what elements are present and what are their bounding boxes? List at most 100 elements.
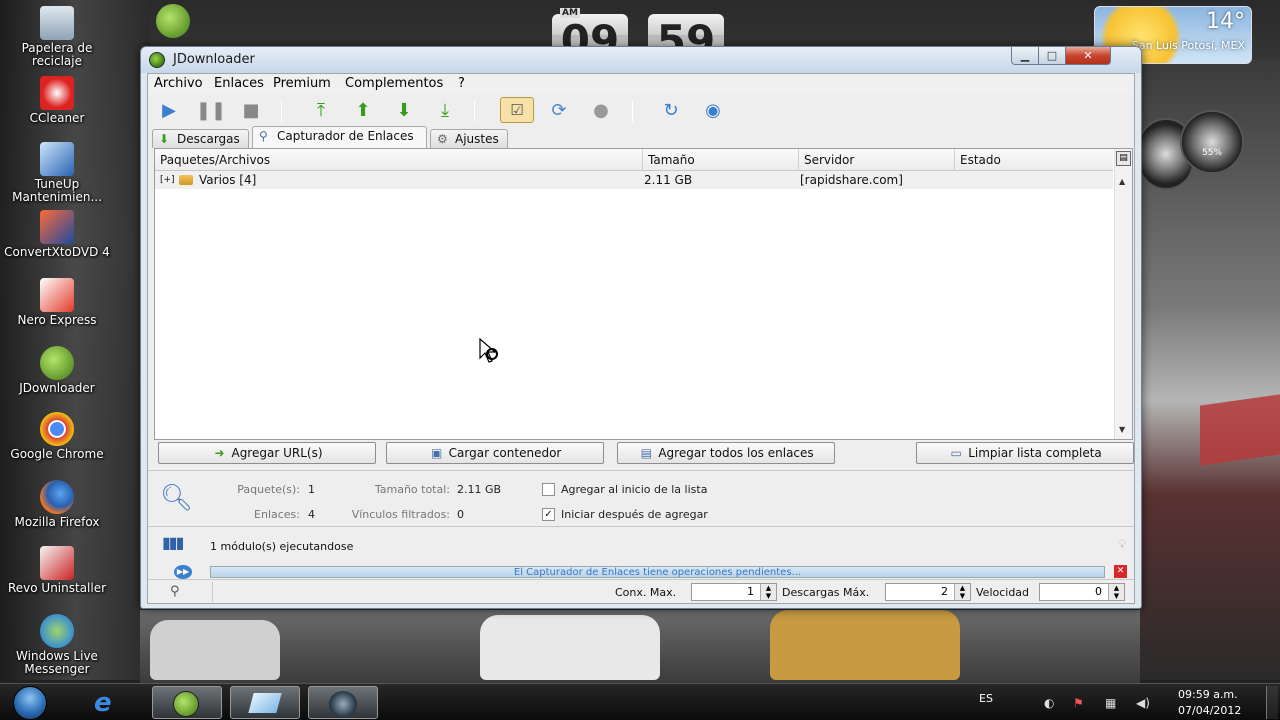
- taskbar-explorer[interactable]: [230, 686, 300, 719]
- scroll-up-icon[interactable]: ▲: [1119, 177, 1125, 186]
- update-icon[interactable]: ◉: [700, 98, 726, 122]
- menu-archivo[interactable]: Archivo: [154, 76, 203, 91]
- column-header-tamano[interactable]: Tamaño: [643, 149, 799, 171]
- premium-icon[interactable]: ●: [588, 98, 614, 122]
- gear-icon: ⚙: [437, 132, 448, 146]
- menu-enlaces[interactable]: Enlaces: [214, 76, 264, 91]
- language-indicator[interactable]: ES: [979, 692, 993, 705]
- column-header-servidor[interactable]: Servidor: [799, 149, 955, 171]
- chrome-icon: [40, 412, 74, 446]
- expand-toggle[interactable]: [+]: [160, 171, 175, 189]
- volume-icon[interactable]: ◀): [1136, 696, 1150, 710]
- desktop-icon-ccleaner[interactable]: CCleaner: [2, 76, 112, 125]
- container-icon: ▣: [430, 446, 443, 460]
- action-center-icon[interactable]: ⚑: [1073, 696, 1087, 710]
- reconnect-icon[interactable]: ⟳: [546, 98, 572, 122]
- jdownloader-window[interactable]: JDownloader ▁ □ ✕ Archivo Enlaces Premiu…: [140, 46, 1142, 609]
- menu-complementos[interactable]: Complementos: [345, 76, 443, 91]
- add-top-label: Agregar al inicio de la lista: [561, 483, 708, 496]
- desktop-icon-tuneup[interactable]: TuneUp Mantenimien...: [2, 142, 112, 204]
- busy-cursor-icon: [479, 338, 498, 363]
- memory-gauge: 55%: [1180, 110, 1244, 174]
- move-bottom-icon[interactable]: ⤓: [432, 98, 458, 122]
- package-name: Varios [4]: [199, 173, 257, 187]
- taskbar-internet-explorer[interactable]: e: [78, 686, 148, 719]
- wallpaper-car: [480, 615, 660, 680]
- close-button[interactable]: ✕: [1065, 47, 1111, 65]
- desktop-icon-mozilla-firefox[interactable]: Mozilla Firefox: [2, 480, 112, 529]
- window-titlebar[interactable]: JDownloader ▁ □ ✕: [141, 47, 1141, 73]
- desktop-icon-convertxtodvd[interactable]: ConvertXtoDVD 4: [2, 210, 112, 259]
- tab-capturador-de-enlaces[interactable]: ⚲ Capturador de Enlaces: [252, 126, 427, 148]
- table-row[interactable]: [+] Varios [4] 2.11 GB [rapidshare.com]: [155, 171, 1113, 189]
- desktop-icon-google-chrome[interactable]: Google Chrome: [2, 412, 112, 461]
- add-all-links-button[interactable]: ▤ Agregar todos los enlaces: [617, 442, 835, 464]
- lightbulb-icon[interactable]: 💡︎: [1118, 537, 1126, 552]
- clear-list-button[interactable]: ▭ Limpiar lista completa: [916, 442, 1134, 464]
- desktop-icon-windows-live-messenger[interactable]: Windows Live Messenger: [2, 614, 112, 676]
- speed-spinner[interactable]: 0 ▲ ▼: [1039, 583, 1125, 601]
- recycle-bin-icon: [40, 6, 74, 40]
- wallpaper-awning: [1200, 394, 1280, 466]
- tray-date[interactable]: 07/04/2012: [1178, 704, 1241, 717]
- start-button[interactable]: [5, 685, 59, 720]
- max-connections-spinner[interactable]: 1 ▲ ▼: [691, 583, 777, 601]
- show-desktop-button[interactable]: [1266, 686, 1278, 719]
- pending-operations-progress: El Capturador de Enlaces tiene operacion…: [210, 566, 1105, 578]
- desktop-icon-recycle-bin[interactable]: Papelera de reciclaje: [2, 6, 112, 68]
- linkgrabber-table: Paquetes/Archivos Tamaño Servidor Estado…: [154, 148, 1133, 440]
- start-after-add-checkbox[interactable]: ✓: [542, 508, 555, 521]
- move-up-icon[interactable]: ⬆: [350, 98, 376, 122]
- menubar: Archivo Enlaces Premium Complementos ?: [148, 74, 1134, 94]
- spinner-arrows-icon[interactable]: ▲ ▼: [1108, 584, 1124, 600]
- table-scrollbar[interactable]: ▤ ▲ ▼: [1114, 149, 1132, 439]
- minimize-button[interactable]: ▁: [1011, 47, 1039, 65]
- stop-icon[interactable]: ■: [238, 98, 264, 122]
- clipboard-observer-icon[interactable]: ☑: [500, 97, 534, 123]
- messenger-icon: [40, 614, 74, 648]
- spinner-arrows-icon[interactable]: ▲ ▼: [954, 584, 970, 600]
- menu-premium[interactable]: Premium: [273, 76, 331, 91]
- add-top-checkbox[interactable]: [542, 483, 555, 496]
- max-downloads-spinner[interactable]: 2 ▲ ▼: [885, 583, 971, 601]
- menu-help[interactable]: ?: [458, 76, 465, 91]
- network-icon[interactable]: ▦: [1105, 696, 1119, 710]
- column-header-paquetes[interactable]: Paquetes/Archivos: [155, 149, 643, 171]
- desktop-icon-jdownloader-top[interactable]: [118, 4, 228, 40]
- download-icon: ⬇: [159, 132, 170, 146]
- module-status: ▮▮▮ 1 módulo(s) ejecutandose 💡︎ ▶▶ El Ca…: [148, 526, 1134, 579]
- max-downloads-label: Descargas Máx.: [782, 586, 870, 599]
- cancel-icon[interactable]: ✕: [1114, 565, 1127, 578]
- window-client: Archivo Enlaces Premium Complementos ? ▶…: [147, 73, 1135, 604]
- reconnect-status-icon[interactable]: ⚲: [170, 584, 180, 599]
- desktop-icon-nero-express[interactable]: Nero Express: [2, 278, 112, 327]
- play-icon[interactable]: ▶: [156, 98, 182, 122]
- scroll-down-icon[interactable]: ▼: [1119, 425, 1125, 434]
- taskbar-jdownloader[interactable]: [152, 686, 222, 719]
- load-container-button[interactable]: ▣ Cargar contenedor: [386, 442, 604, 464]
- taskbar-media-center[interactable]: [308, 686, 378, 719]
- move-down-icon[interactable]: ⬇: [391, 98, 417, 122]
- refresh-icon[interactable]: ↻: [658, 98, 684, 122]
- desktop-icon-jdownloader[interactable]: JDownloader: [2, 346, 112, 395]
- maximize-button[interactable]: □: [1038, 47, 1066, 65]
- tray-time[interactable]: 09:59 a.m.: [1178, 688, 1238, 701]
- modules-running-text: 1 módulo(s) ejecutandose: [210, 540, 354, 553]
- tab-ajustes[interactable]: ⚙ Ajustes: [430, 129, 508, 148]
- pause-icon[interactable]: ❚❚: [196, 98, 226, 122]
- toolbar-separator: [474, 100, 475, 122]
- jdownloader-icon: [149, 52, 165, 68]
- desktop-icon-revo-uninstaller[interactable]: Revo Uninstaller: [2, 546, 112, 595]
- taskbar: e ES ◐ ⚑ ▦ ◀) 09:59 a.m. 07/04/2012: [0, 683, 1280, 720]
- tab-descargas[interactable]: ⬇ Descargas: [152, 129, 249, 148]
- tray-app-icon[interactable]: ◐: [1044, 696, 1058, 710]
- column-header-estado[interactable]: Estado: [955, 149, 1113, 171]
- package-server: [rapidshare.com]: [800, 173, 903, 187]
- tuneup-icon: [40, 142, 74, 176]
- progress-play-icon[interactable]: ▶▶: [174, 565, 192, 579]
- column-chooser-icon[interactable]: ▤: [1116, 151, 1131, 166]
- max-downloads-value: 2: [941, 585, 948, 598]
- add-urls-button[interactable]: ➜ Agregar URL(s): [158, 442, 376, 464]
- move-top-icon[interactable]: ⤒: [308, 98, 334, 122]
- spinner-arrows-icon[interactable]: ▲ ▼: [760, 584, 776, 600]
